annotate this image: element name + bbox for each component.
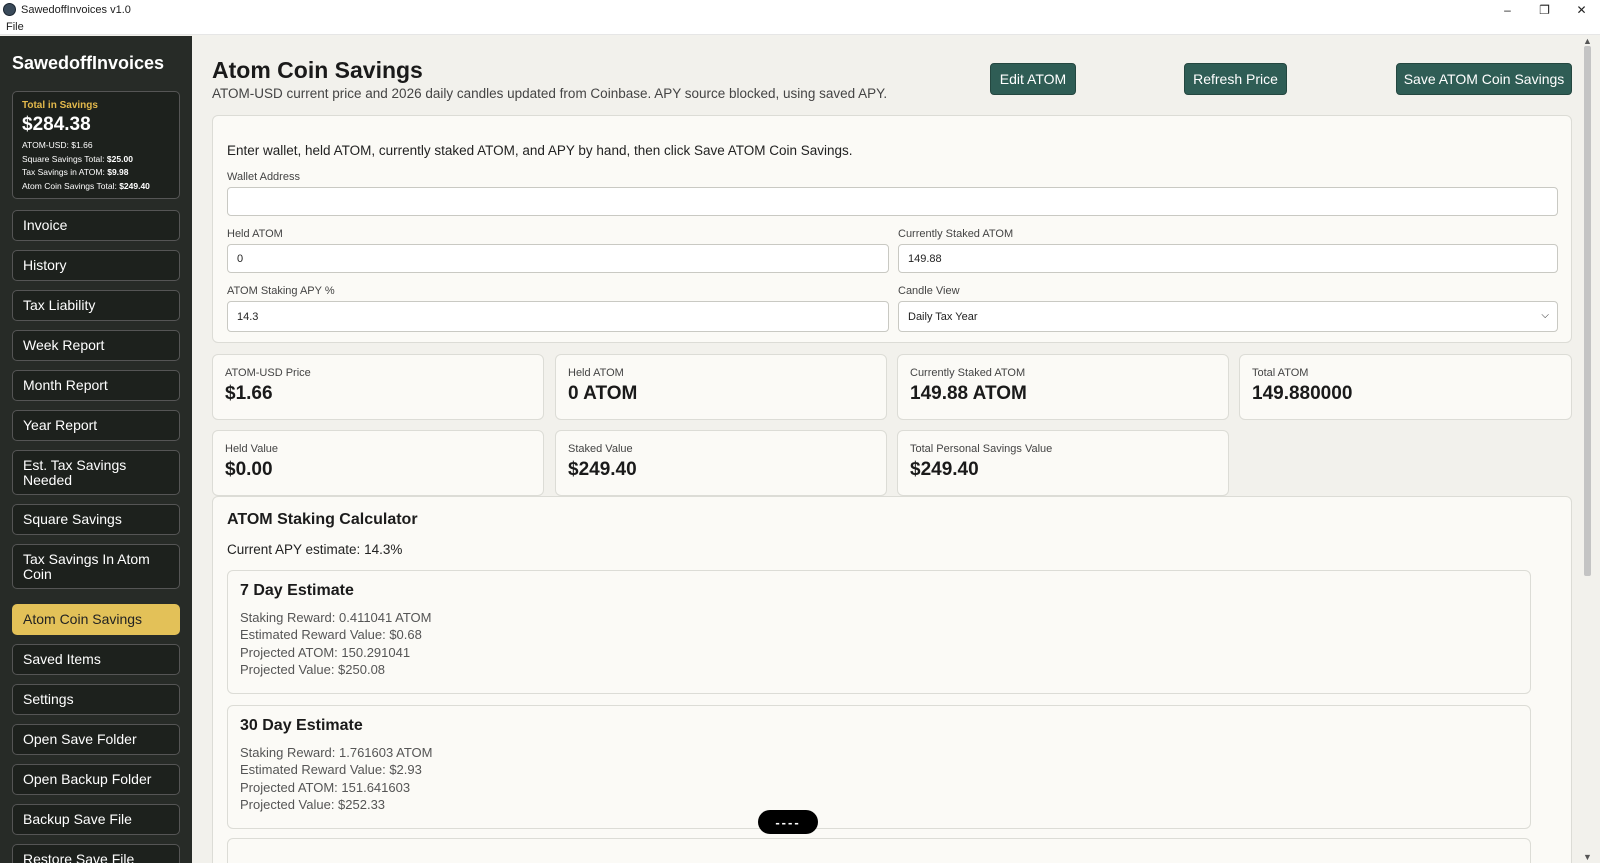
- window-controls: – ❐ ✕: [1489, 0, 1600, 19]
- window-title: SawedoffInvoices v1.0: [21, 3, 131, 16]
- scroll-up-icon[interactable]: ▲: [1583, 36, 1592, 46]
- stat-label: Staked Value: [568, 443, 633, 455]
- stat-value: 149.88 ATOM: [910, 383, 1027, 404]
- atom-form-card: Enter wallet, held ATOM, currently stake…: [212, 115, 1572, 343]
- stat-atom-usd-price: ATOM-USD Price $1.66: [212, 354, 544, 420]
- stat-label: ATOM-USD Price: [225, 367, 311, 379]
- page-subtitle: ATOM-USD current price and 2026 daily ca…: [212, 86, 888, 101]
- sidebar-item-week-report[interactable]: Week Report: [12, 330, 180, 361]
- estimate-reward: Staking Reward: 1.761603 ATOM: [240, 745, 433, 760]
- stat-staked-value: Staked Value $249.40: [555, 430, 887, 496]
- minimize-icon[interactable]: –: [1489, 0, 1526, 19]
- candle-view-select[interactable]: Daily Tax Year ⌵: [898, 301, 1558, 332]
- candle-view-value: Daily Tax Year: [908, 310, 978, 323]
- maximize-icon[interactable]: ❐: [1526, 0, 1563, 19]
- stat-value: 149.880000: [1252, 383, 1353, 404]
- stat-label: Currently Staked ATOM: [910, 367, 1026, 379]
- staked-atom-input[interactable]: 149.88: [898, 244, 1558, 273]
- sidebar-item-year-report[interactable]: Year Report: [12, 410, 180, 441]
- sidebar-item-open-backup-folder[interactable]: Open Backup Folder: [12, 764, 180, 795]
- stat-value: $249.40: [910, 459, 979, 480]
- sidebar: SawedoffInvoices Total in Savings $284.3…: [0, 36, 192, 863]
- stat-total-atom: Total ATOM 149.880000: [1239, 354, 1572, 420]
- candle-view-label: Candle View: [898, 285, 960, 297]
- stat-total-personal-savings: Total Personal Savings Value $249.40: [897, 430, 1229, 496]
- stat-held-atom: Held ATOM 0 ATOM: [555, 354, 887, 420]
- main-content: Atom Coin Savings ATOM-USD current price…: [192, 36, 1578, 863]
- summary-atom-usd: ATOM-USD: $1.66: [22, 140, 93, 150]
- stat-label: Total ATOM: [1252, 367, 1309, 379]
- floating-toolbar-pill[interactable]: ----: [758, 810, 818, 834]
- sidebar-item-atom-coin-savings[interactable]: Atom Coin Savings: [12, 604, 180, 635]
- stat-value: 0 ATOM: [568, 383, 638, 404]
- vertical-scrollbar[interactable]: ▲ ▼: [1578, 36, 1600, 863]
- estimate-title: 30 Day Estimate: [240, 717, 363, 734]
- estimate-projected-atom: Projected ATOM: 151.641603: [240, 779, 411, 795]
- estimate-title: 7 Day Estimate: [240, 582, 354, 599]
- sidebar-item-tax-savings-atom[interactable]: Tax Savings In Atom Coin: [12, 544, 180, 589]
- savings-summary: Total in Savings $284.38 ATOM-USD: $1.66…: [12, 91, 180, 199]
- stat-held-value: Held Value $0.00: [212, 430, 544, 496]
- sidebar-item-month-report[interactable]: Month Report: [12, 370, 180, 401]
- stat-value: $1.66: [225, 383, 273, 404]
- estimate-projected-value: Projected Value: $252.33: [240, 796, 386, 812]
- sidebar-item-est-tax-savings[interactable]: Est. Tax Savings Needed: [12, 450, 180, 495]
- edit-atom-button[interactable]: Edit ATOM: [990, 63, 1076, 95]
- stat-value: $0.00: [225, 459, 273, 480]
- summary-square: Square Savings Total: $25.00: [22, 153, 133, 164]
- summary-label: Total in Savings: [22, 100, 98, 111]
- wallet-address-input[interactable]: [227, 187, 1558, 216]
- summary-atom-total: Atom Coin Savings Total: $249.40: [22, 180, 150, 191]
- stat-label: Held ATOM: [568, 367, 624, 379]
- save-atom-savings-button[interactable]: Save ATOM Coin Savings: [1396, 63, 1572, 95]
- title-bar: SawedoffInvoices v1.0 – ❐ ✕: [0, 0, 1600, 19]
- sidebar-item-history[interactable]: History: [12, 250, 180, 281]
- apy-label: ATOM Staking APY %: [227, 285, 335, 297]
- scrollbar-thumb[interactable]: [1584, 46, 1591, 576]
- summary-tax: Tax Savings in ATOM: $9.98: [22, 167, 129, 177]
- sidebar-item-tax-liability[interactable]: Tax Liability: [12, 290, 180, 321]
- refresh-price-button[interactable]: Refresh Price: [1184, 63, 1287, 95]
- estimate-reward-value: Estimated Reward Value: $2.93: [240, 762, 422, 778]
- estimate-reward-value: Estimated Reward Value: $0.68: [240, 627, 422, 643]
- staking-calculator-card: ATOM Staking Calculator Current APY esti…: [212, 496, 1572, 863]
- summary-amount: $284.38: [22, 114, 91, 135]
- held-atom-label: Held ATOM: [227, 228, 283, 240]
- apy-input[interactable]: 14.3: [227, 301, 889, 332]
- estimate-projected-atom: Projected ATOM: 150.291041: [240, 644, 411, 660]
- chevron-down-icon: ⌵: [1541, 310, 1549, 321]
- calculator-title: ATOM Staking Calculator: [227, 511, 418, 528]
- sidebar-item-saved-items[interactable]: Saved Items: [12, 644, 180, 675]
- sidebar-item-invoice[interactable]: Invoice: [12, 210, 180, 241]
- stat-currently-staked: Currently Staked ATOM 149.88 ATOM: [897, 354, 1229, 420]
- sidebar-item-settings[interactable]: Settings: [12, 684, 180, 715]
- held-atom-input[interactable]: 0: [227, 244, 889, 273]
- wallet-label: Wallet Address: [227, 171, 300, 183]
- page-title: Atom Coin Savings: [212, 57, 423, 83]
- sidebar-item-backup-save-file[interactable]: Backup Save File: [12, 804, 180, 835]
- menu-bar: File: [0, 19, 1600, 35]
- sidebar-item-restore-save-file[interactable]: Restore Save File: [12, 844, 180, 863]
- sidebar-item-open-save-folder[interactable]: Open Save Folder: [12, 724, 180, 755]
- estimate-7-day: 7 Day Estimate Staking Reward: 0.411041 …: [227, 570, 1531, 694]
- app-icon: [3, 3, 16, 16]
- estimate-30-day: 30 Day Estimate Staking Reward: 1.761603…: [227, 705, 1531, 829]
- menu-file[interactable]: File: [6, 21, 24, 33]
- stat-label: Held Value: [225, 443, 278, 455]
- staked-atom-label: Currently Staked ATOM: [898, 228, 1014, 240]
- estimate-reward: Staking Reward: 0.411041 ATOM: [240, 610, 432, 625]
- scroll-down-icon[interactable]: ▼: [1583, 852, 1592, 862]
- current-apy-estimate: Current APY estimate: 14.3%: [227, 542, 403, 557]
- stat-label: Total Personal Savings Value: [910, 443, 1053, 455]
- stat-value: $249.40: [568, 459, 637, 480]
- form-intro: Enter wallet, held ATOM, currently stake…: [227, 143, 853, 158]
- brand-title: SawedoffInvoices: [12, 53, 165, 73]
- estimate-projected-value: Projected Value: $250.08: [240, 661, 386, 677]
- sidebar-item-square-savings[interactable]: Square Savings: [12, 504, 180, 535]
- estimate-next: [227, 838, 1531, 863]
- close-icon[interactable]: ✕: [1563, 0, 1600, 19]
